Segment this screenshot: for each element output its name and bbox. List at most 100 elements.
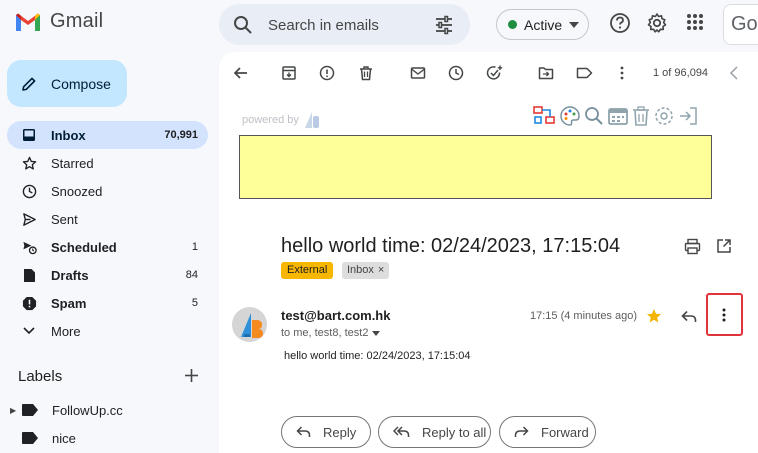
sign-out-icon[interactable] (677, 105, 699, 127)
compose-button[interactable]: Compose (7, 60, 127, 107)
calendar-icon[interactable] (607, 105, 629, 127)
inbox-icon (23, 129, 35, 141)
chevron-left-icon[interactable] (729, 66, 739, 80)
draft-icon (23, 268, 35, 282)
back-arrow-icon[interactable] (233, 65, 249, 81)
gmail-logo[interactable]: Gmail (14, 10, 103, 33)
label-as-icon[interactable] (576, 65, 593, 81)
forward-icon (514, 426, 529, 437)
sidebar-item-scheduled[interactable]: Scheduled 1 (7, 233, 208, 261)
delete-icon[interactable] (358, 65, 374, 81)
sidebar-item-sent[interactable]: Sent (7, 205, 208, 233)
workflow-icon[interactable] (533, 105, 557, 127)
sender-email[interactable]: test@bart.com.hk (281, 308, 390, 323)
caret-down-icon (372, 330, 381, 336)
sidebar-item-label: Inbox (51, 127, 86, 143)
forward-button[interactable]: Forward (499, 416, 596, 448)
label-tag-icon (22, 404, 38, 416)
sidebar-item-label: Starred (51, 155, 94, 171)
sender-avatar[interactable] (232, 307, 267, 342)
report-spam-icon[interactable] (319, 65, 335, 81)
sidebar-item-inbox[interactable]: Inbox 70,991 (7, 121, 208, 149)
sidebar-item-count: 1 (191, 241, 198, 253)
settings-gear-icon[interactable] (646, 12, 668, 34)
addon-banner (239, 135, 712, 199)
label-item-nice[interactable]: nice (10, 428, 76, 448)
help-icon[interactable] (609, 12, 631, 34)
sidebar-item-starred[interactable]: Starred (7, 149, 208, 177)
mark-unread-icon[interactable] (410, 65, 426, 81)
inbox-chip-label: Inbox (347, 264, 374, 276)
addon-settings-icon[interactable] (653, 105, 675, 127)
apps-grid-icon[interactable] (685, 12, 705, 32)
pencil-icon (22, 77, 36, 91)
scheduled-send-icon (22, 241, 37, 254)
message-panel: 1 of 96,094 powered by hello world time:… (219, 52, 758, 453)
search-bar[interactable]: Search in emails (219, 4, 470, 45)
sidebar-item-more[interactable]: More (7, 317, 208, 345)
search-icon[interactable] (233, 15, 253, 35)
sender-logo-icon (241, 313, 263, 338)
clock-icon (22, 184, 36, 198)
email-subject: hello world time: 02/24/2023, 17:15:04 (281, 235, 621, 257)
search-options-icon[interactable] (434, 15, 454, 35)
label-name: nice (52, 430, 76, 446)
addon-powered-by: powered by (242, 111, 321, 129)
message-body: hello world time: 02/24/2023, 17:15:04 (284, 350, 471, 362)
open-new-window-icon[interactable] (716, 238, 732, 254)
sidebar-item-label: Snoozed (51, 183, 103, 199)
sidebar-item-count: 70,991 (164, 129, 198, 141)
add-task-icon[interactable] (486, 65, 503, 81)
reply-button[interactable]: Reply (281, 416, 371, 448)
status-dot (508, 20, 517, 29)
more-vertical-icon[interactable] (614, 65, 630, 81)
sidebar-item-label: Sent (51, 211, 78, 227)
status-label: Active (524, 16, 563, 33)
search-input[interactable]: Search in emails (268, 17, 379, 34)
reply-icon (296, 426, 311, 437)
star-filled-icon[interactable] (646, 308, 662, 324)
sidebar-nav: Inbox 70,991 Starred Snoozed Sent Schedu… (7, 121, 208, 345)
move-to-icon[interactable] (538, 65, 554, 81)
more-options-icon[interactable] (716, 307, 732, 323)
trash-icon[interactable] (631, 105, 651, 127)
sidebar-item-count: 84 (185, 269, 198, 281)
chevron-down-icon (23, 327, 35, 335)
app-name: Gmail (50, 10, 104, 32)
recipients-toggle[interactable]: to me, test8, test2 (281, 327, 381, 339)
external-chip: External (281, 262, 334, 279)
sidebar-item-label: Drafts (51, 267, 89, 283)
print-icon[interactable] (684, 238, 701, 255)
addon-logo-icon (304, 112, 319, 128)
label-item-followup[interactable]: ▶ FollowUp.cc (10, 400, 123, 420)
star-outline-icon (22, 156, 36, 170)
palette-icon[interactable] (559, 105, 581, 127)
archive-icon[interactable] (281, 65, 297, 81)
magnifier-icon[interactable] (583, 105, 605, 127)
snooze-clock-icon[interactable] (448, 65, 464, 81)
status-selector[interactable]: Active (496, 9, 589, 40)
add-label-icon[interactable] (184, 368, 199, 383)
pagination-text: 1 of 96,094 (653, 67, 709, 79)
account-button[interactable]: Go (723, 4, 758, 45)
reply-all-label: Reply to all (422, 424, 487, 440)
sidebar-item-label: Spam (51, 295, 87, 311)
remove-label-icon[interactable]: × (378, 262, 384, 279)
sidebar-item-drafts[interactable]: Drafts 84 (7, 261, 208, 289)
sidebar-item-label: Scheduled (51, 239, 117, 255)
expand-arrow-icon[interactable]: ▶ (10, 406, 22, 415)
compose-label: Compose (51, 75, 111, 92)
sidebar-item-snoozed[interactable]: Snoozed (7, 177, 208, 205)
reply-arrow-icon[interactable] (681, 308, 697, 324)
send-icon (22, 212, 36, 226)
recipients-text: to me, test8, test2 (281, 327, 369, 339)
label-name: FollowUp.cc (52, 402, 123, 418)
gmail-m-icon (16, 13, 40, 31)
message-time: 17:15 (4 minutes ago) (530, 310, 638, 322)
powered-by-label: powered by (242, 114, 299, 126)
sidebar-item-count: 5 (191, 297, 198, 309)
sidebar-item-spam[interactable]: Spam 5 (7, 289, 208, 317)
label-tag-icon (22, 432, 38, 444)
reply-label: Reply (323, 424, 357, 440)
reply-all-button[interactable]: Reply to all (378, 416, 491, 448)
